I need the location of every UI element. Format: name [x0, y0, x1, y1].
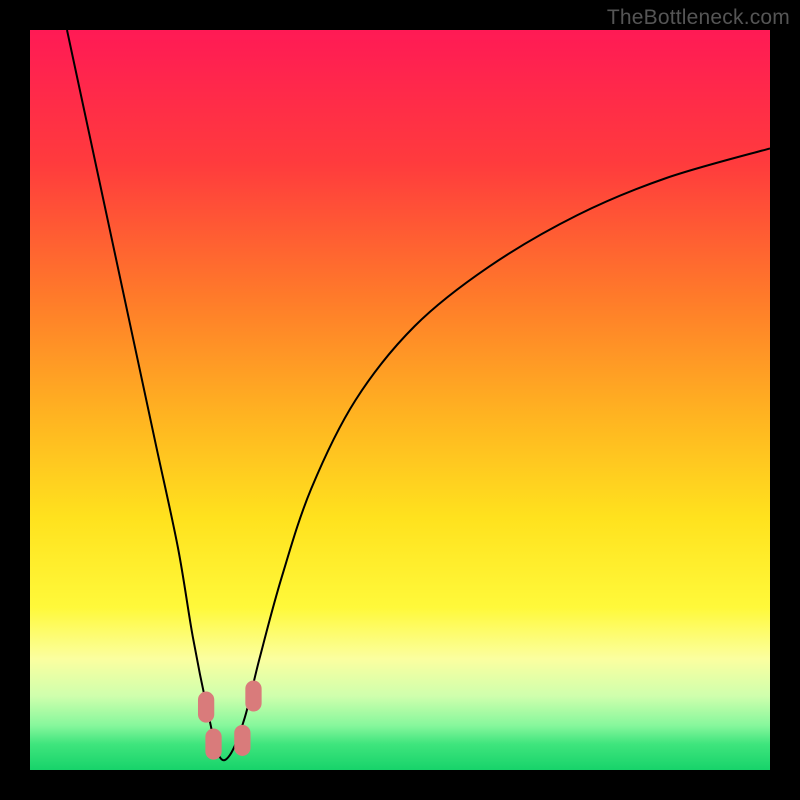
marker-left-lower — [205, 729, 221, 760]
plot-area — [30, 30, 770, 770]
marker-right-upper — [245, 680, 261, 711]
marker-right-lower — [234, 725, 250, 756]
marker-left-upper — [198, 692, 214, 723]
marker-group — [198, 680, 262, 759]
bottleneck-curve — [67, 30, 770, 760]
chart-svg — [30, 30, 770, 770]
watermark-text: TheBottleneck.com — [607, 6, 790, 30]
